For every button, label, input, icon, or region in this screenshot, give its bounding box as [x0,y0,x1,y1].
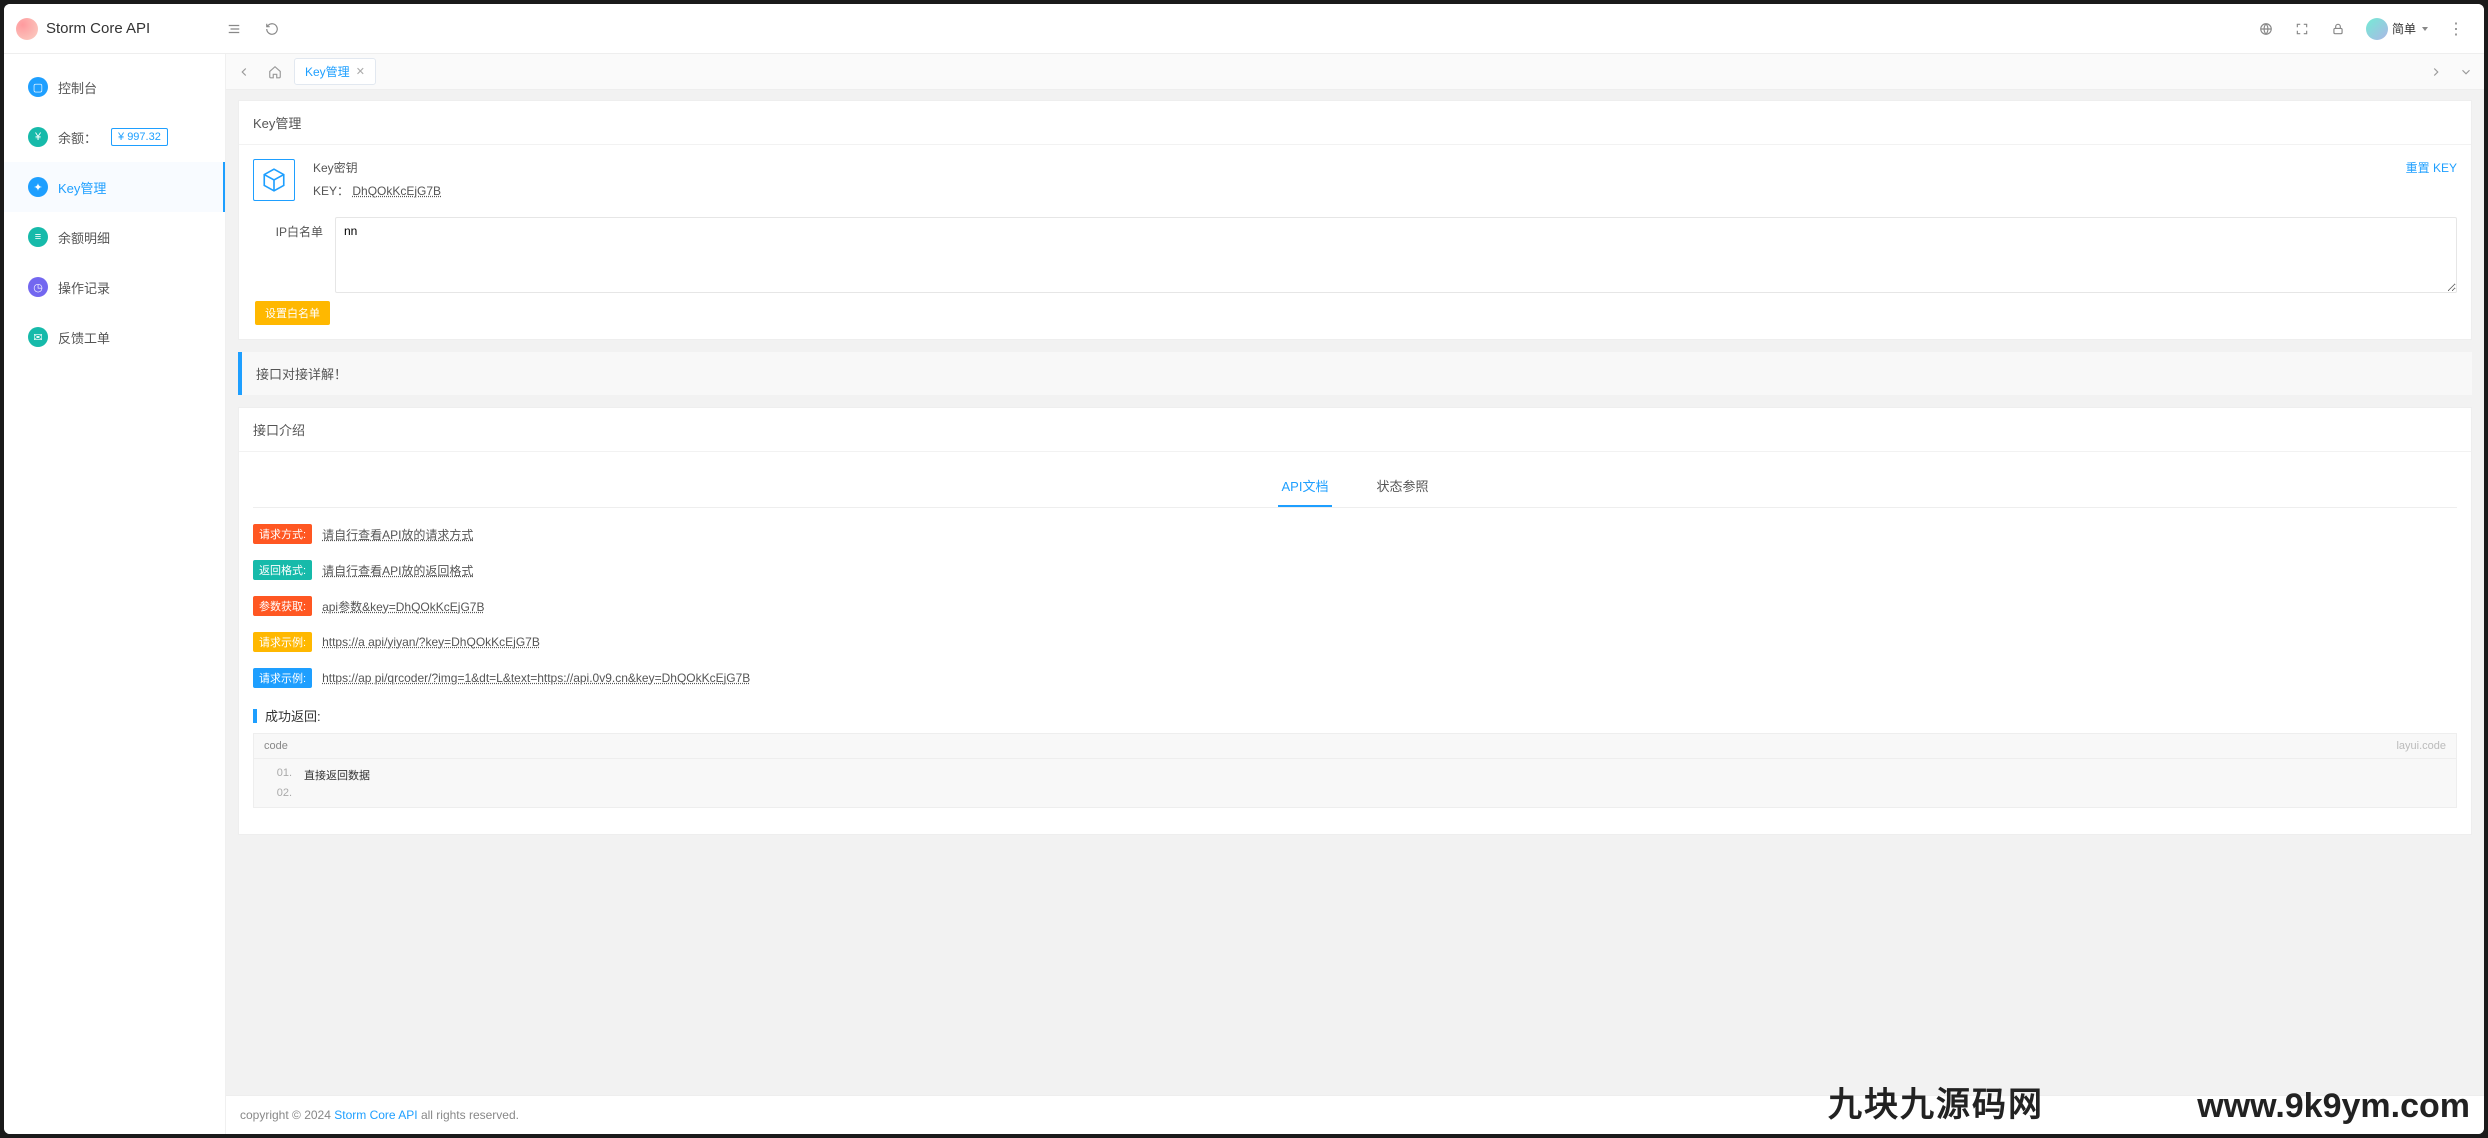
clock-icon: ◷ [28,277,48,297]
sidebar-item-label: 控制台 [58,78,97,97]
brand[interactable]: Storm Core API [16,18,226,40]
key-value: DhQOkKcEjG7B [352,184,441,198]
user-menu[interactable]: 简单 [2366,18,2428,40]
code-block: code layui.code 01.直接返回数据 02. [253,733,2457,808]
list-icon: ≡ [28,227,48,247]
sidebar-item-key-management[interactable]: ✦ Key管理 [4,162,225,212]
tag-example-1: 请求示例: [253,632,312,652]
tab-api-doc[interactable]: API文档 [1278,466,1333,507]
intro-title: 接口介绍 [239,408,2471,452]
desc-text[interactable]: https://ap pi/qrcoder/?img=1&dt=L&text=h… [322,671,750,685]
footer-brand-link[interactable]: Storm Core API [334,1108,417,1122]
sidebar-item-label: 余额明细 [58,228,110,247]
user-name-label: 简单 [2392,20,2416,37]
return-title: 成功返回: [253,696,2457,733]
balance-badge: ¥ 997.32 [111,128,168,146]
console-icon: ▢ [28,77,48,97]
desc-text[interactable]: api参数&key=DhQOkKcEjG7B [322,598,484,615]
desc-text[interactable]: https://a api/yiyan/?key=DhQOkKcEjG7B [322,635,540,649]
set-whitelist-button[interactable]: 设置白名单 [255,301,330,325]
tab-label: Key管理 [305,63,350,80]
code-line: 02. [254,785,2456,801]
desc-row: 请求示例: https://a api/yiyan/?key=DhQOkKcEj… [253,624,2457,660]
desc-text[interactable]: 请自行查看API放的请求方式 [322,526,473,543]
reset-key-button[interactable]: 重置 KEY [2406,159,2457,176]
footer-prefix: copyright © 2024 [240,1108,334,1122]
desc-text[interactable]: 请自行查看API放的返回格式 [322,562,473,579]
wallet-icon: ¥ [28,127,48,147]
sidebar: ▢ 控制台 ¥ 余额： ¥ 997.32 ✦ Key管理 ≡ 余额明细 ◷ 操作… [4,54,226,1134]
ip-whitelist-label: IP白名单 [253,217,323,240]
page-title: Key管理 [239,101,2471,145]
tabbar: Key管理 ✕ [226,54,2484,90]
sidebar-item-logs[interactable]: ◷ 操作记录 [4,262,225,312]
sidebar-item-label: Key管理 [58,178,106,197]
desc-row: 参数获取: api参数&key=DhQOkKcEjG7B [253,588,2457,624]
tab-active[interactable]: Key管理 ✕ [294,58,376,85]
close-icon[interactable]: ✕ [356,65,365,78]
sidebar-item-label: 反馈工单 [58,328,110,347]
sidebar-item-balance-detail[interactable]: ≡ 余额明细 [4,212,225,262]
cube-icon [253,159,295,201]
sidebar-toggle-icon[interactable] [226,21,242,37]
desc-row: 请求方式: 请自行查看API放的请求方式 [253,516,2457,552]
docs-banner: 接口对接详解！ [238,352,2472,395]
brand-logo-icon [16,18,38,40]
desc-row: 返回格式: 请自行查看API放的返回格式 [253,552,2457,588]
desc-row: 请求示例: https://ap pi/qrcoder/?img=1&dt=L&… [253,660,2457,696]
footer-suffix: all rights reserved. [418,1108,519,1122]
ticket-icon: ✉ [28,327,48,347]
tab-prev-icon[interactable] [232,60,256,84]
sidebar-item-feedback[interactable]: ✉ 反馈工单 [4,312,225,362]
key-label: KEY： [313,184,349,198]
code-line: 01.直接返回数据 [254,765,2456,785]
tag-request-method: 请求方式: [253,524,312,544]
refresh-icon[interactable] [264,21,280,37]
sidebar-item-label: 操作记录 [58,278,110,297]
sidebar-item-balance[interactable]: ¥ 余额： ¥ 997.32 [4,112,225,162]
tab-status[interactable]: 状态参照 [1372,466,1432,507]
avatar-icon [2366,18,2388,40]
ip-whitelist-input[interactable] [335,217,2457,293]
card-key: Key管理 Key密钥 KEY： DhQOkKcEjG7B [238,100,2472,340]
sidebar-item-console[interactable]: ▢ 控制台 [4,62,225,112]
key-section-title: Key密钥 [313,159,2388,176]
tag-example-2: 请求示例: [253,668,312,688]
tab-next-icon[interactable] [2424,60,2448,84]
card-intro: 接口介绍 API文档 状态参照 请求方式: 请自行查看API放的请求方式 [238,407,2472,835]
fullscreen-icon[interactable] [2294,21,2310,37]
tab-menu-icon[interactable] [2454,60,2478,84]
footer: copyright © 2024 Storm Core API all righ… [226,1095,2484,1134]
more-icon[interactable]: ⋮ [2448,19,2464,39]
chevron-down-icon [2422,27,2428,31]
tag-return-format: 返回格式: [253,560,312,580]
code-name: code [264,740,288,752]
sidebar-item-label: 余额： [58,128,97,147]
key-icon: ✦ [28,177,48,197]
top-header: Storm Core API 简单 [4,4,2484,54]
tag-params: 参数获取: [253,596,312,616]
code-type: layui.code [2396,740,2446,752]
language-icon[interactable] [2258,21,2274,37]
lock-icon[interactable] [2330,21,2346,37]
brand-name: Storm Core API [46,20,150,37]
tab-home-icon[interactable] [262,61,288,83]
inner-tabs: API文档 状态参照 [253,466,2457,508]
